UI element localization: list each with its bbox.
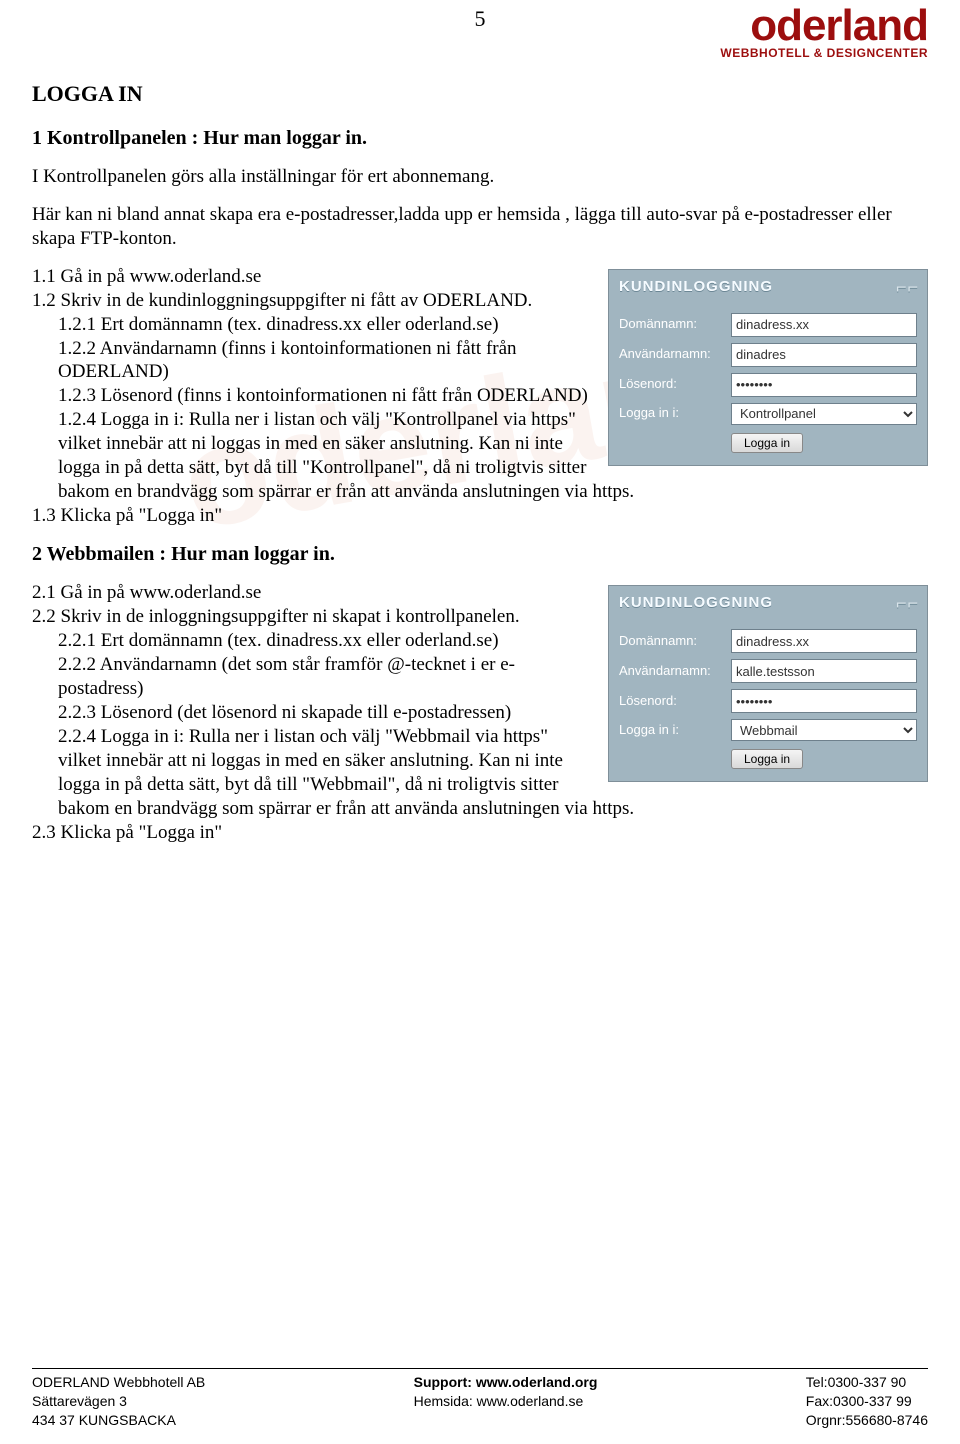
footer-support-label: Support:: [414, 1374, 472, 1390]
loginin-label: Logga in i:: [619, 405, 731, 421]
domain-input[interactable]: [731, 629, 917, 653]
username-label: Användarnamn:: [619, 346, 731, 362]
username-label: Användarnamn:: [619, 663, 731, 679]
page-title: LOGGA IN: [32, 80, 928, 108]
password-input[interactable]: [731, 689, 917, 713]
login-panel-1: KUNDINLOGGNING ⌐⌐ Domännamn: Användarnam…: [608, 269, 928, 466]
password-label: Lösenord:: [619, 693, 731, 709]
username-input[interactable]: [731, 343, 917, 367]
domain-label: Domännamn:: [619, 633, 731, 649]
intro-paragraph-2: Här kan ni bland annat skapa era e-posta…: [32, 203, 928, 251]
keys-icon: ⌐⌐: [896, 592, 919, 615]
footer-address-2: 434 37 KUNGSBACKA: [32, 1411, 205, 1430]
keys-icon: ⌐⌐: [896, 276, 919, 299]
footer-tel: Tel:0300-337 90: [806, 1373, 928, 1392]
login-button[interactable]: Logga in: [731, 433, 803, 453]
footer-address-1: Sättarevägen 3: [32, 1392, 205, 1411]
username-input[interactable]: [731, 659, 917, 683]
footer-fax: Fax:0300-337 99: [806, 1392, 928, 1411]
footer-orgnr: Orgnr:556680-8746: [806, 1411, 928, 1430]
loginin-select[interactable]: Webbmail: [731, 719, 917, 741]
password-label: Lösenord:: [619, 376, 731, 392]
domain-label: Domännamn:: [619, 316, 731, 332]
item-1-3: 1.3 Klicka på "Logga in": [32, 504, 928, 528]
loginin-select[interactable]: Kontrollpanel: [731, 403, 917, 425]
intro-paragraph-1: I Kontrollpanelen görs alla inställninga…: [32, 165, 928, 189]
login-panel-title: KUNDINLOGGNING: [619, 594, 773, 611]
loginin-label: Logga in i:: [619, 722, 731, 738]
login-panel-2: KUNDINLOGGNING ⌐⌐ Domännamn: Användarnam…: [608, 585, 928, 782]
section-2-heading: 2 Webbmailen : Hur man loggar in.: [32, 542, 928, 567]
section-1-heading: 1 Kontrollpanelen : Hur man loggar in.: [32, 126, 928, 151]
domain-input[interactable]: [731, 313, 917, 337]
footer-support-url: www.oderland.org: [472, 1374, 598, 1390]
password-input[interactable]: [731, 373, 917, 397]
footer-company: ODERLAND Webbhotell AB: [32, 1373, 205, 1392]
login-panel-title: KUNDINLOGGNING: [619, 278, 773, 295]
login-button[interactable]: Logga in: [731, 749, 803, 769]
footer-homepage: Hemsida: www.oderland.se: [414, 1392, 598, 1411]
page-footer: ODERLAND Webbhotell AB Sättarevägen 3 43…: [32, 1368, 928, 1430]
item-2-3: 2.3 Klicka på "Logga in": [32, 821, 928, 845]
